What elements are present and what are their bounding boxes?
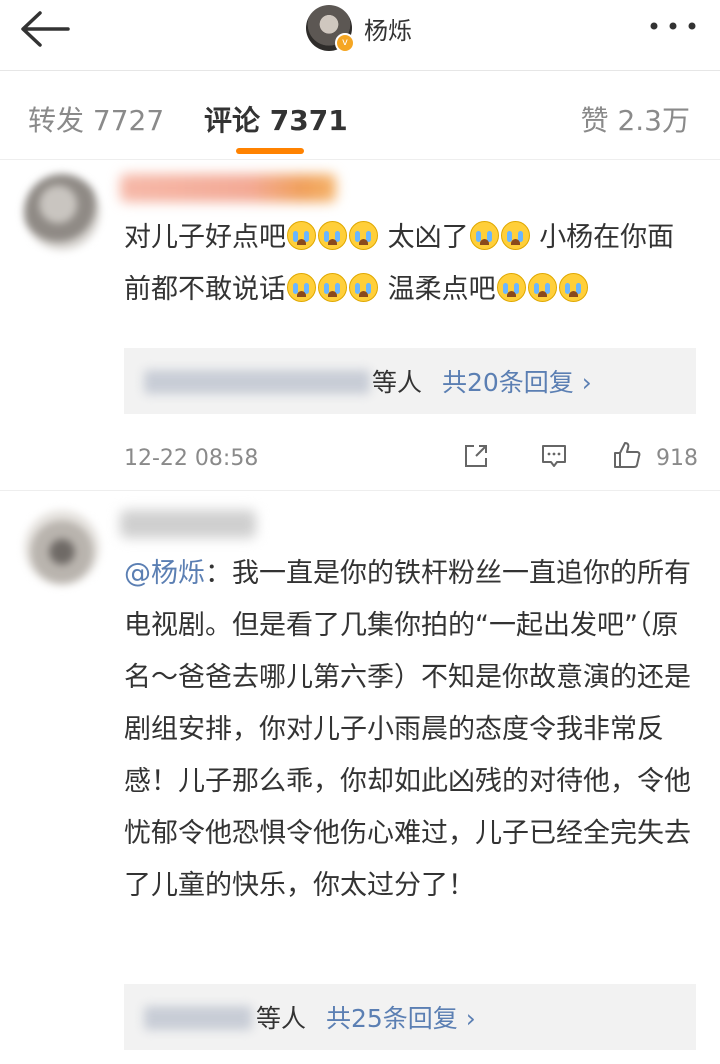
arrow-left-icon[interactable] xyxy=(18,9,72,49)
commenter-name[interactable] xyxy=(120,510,256,538)
comment-text-body: ：我一直是你的铁杆粉丝一直追你的所有电视剧。但是看了几集你拍的“一起出发吧”（原… xyxy=(124,558,691,901)
page-title: 杨烁 xyxy=(364,16,412,45)
tab-bar: 转发 7727 评论 7371 赞 2.3万 xyxy=(0,71,720,160)
tab-forward[interactable]: 转发 7727 xyxy=(28,99,164,139)
comment-text-part: 温柔点吧 xyxy=(387,274,496,305)
verified-badge-icon: v xyxy=(335,33,355,53)
commenter-avatar[interactable] xyxy=(24,174,100,250)
avatar[interactable]: v xyxy=(306,5,355,53)
thumbs-up-icon[interactable] xyxy=(612,440,642,470)
comment-item: 对儿子好点吧 太凶了 小杨在你面前都不敢说话 温柔点吧 等人 共20条回复 › … xyxy=(0,160,720,500)
like-count: 918 xyxy=(656,446,698,471)
reply-summary[interactable]: 等人 共25条回复 › xyxy=(124,984,696,1050)
comment-text-part: 对儿子好点吧 xyxy=(124,222,286,253)
crying-emoji-icon xyxy=(469,221,499,250)
comment-icon[interactable] xyxy=(540,442,568,470)
crying-emoji-icon xyxy=(287,221,316,250)
replier-names xyxy=(144,1006,252,1030)
comment-text: 对儿子好点吧 太凶了 小杨在你面前都不敢说话 温柔点吧 xyxy=(124,212,694,316)
commenter-name[interactable] xyxy=(120,174,336,202)
divider xyxy=(0,490,720,491)
active-tab-indicator xyxy=(236,148,304,154)
replier-names xyxy=(144,370,370,394)
reply-summary[interactable]: 等人 共20条回复 › xyxy=(124,348,696,414)
crying-emoji-icon xyxy=(349,221,378,250)
crying-emoji-icon xyxy=(527,273,557,302)
tab-likes[interactable]: 赞 2.3万 xyxy=(581,99,690,139)
crying-emoji-icon xyxy=(318,273,347,302)
crying-emoji-icon xyxy=(496,273,526,302)
reply-etc-label: 等人 xyxy=(372,368,423,397)
commenter-avatar[interactable] xyxy=(24,510,100,586)
tab-comments[interactable]: 评论 7371 xyxy=(204,99,348,139)
reply-count-link[interactable]: 共20条回复 › xyxy=(442,363,592,399)
comment-text-part: 太凶了 xyxy=(387,222,469,253)
comment-item: @杨烁：我一直是你的铁杆粉丝一直追你的所有电视剧。但是看了几集你拍的“一起出发吧… xyxy=(0,500,720,1064)
profile-title[interactable]: v 杨烁 xyxy=(306,5,412,53)
crying-emoji-icon xyxy=(318,221,347,250)
comment-text: @杨烁：我一直是你的铁杆粉丝一直追你的所有电视剧。但是看了几集你拍的“一起出发吧… xyxy=(124,548,694,912)
top-bar: v 杨烁 xyxy=(0,0,720,71)
mention-link[interactable]: @杨烁 xyxy=(124,558,205,589)
crying-emoji-icon xyxy=(287,273,316,302)
share-icon[interactable] xyxy=(462,442,490,470)
comment-meta: 12-22 08:58 918 xyxy=(124,440,698,482)
reply-etc-label: 等人 xyxy=(256,1004,307,1033)
timestamp: 12-22 08:58 xyxy=(124,446,259,471)
more-dots-icon[interactable] xyxy=(648,14,698,38)
crying-emoji-icon xyxy=(349,273,378,302)
crying-emoji-icon xyxy=(500,221,530,250)
reply-count-link[interactable]: 共25条回复 › xyxy=(326,999,476,1035)
crying-emoji-icon xyxy=(558,273,588,302)
